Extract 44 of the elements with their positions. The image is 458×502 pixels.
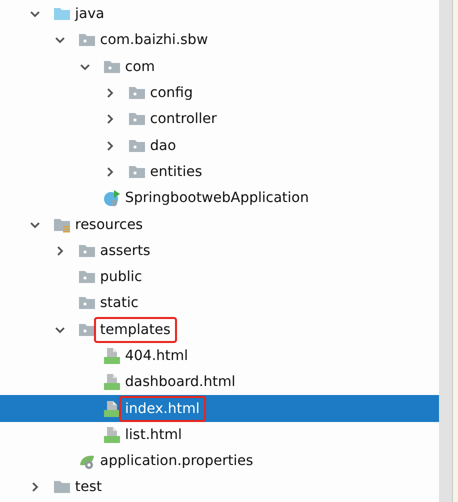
item-label: asserts: [100, 242, 150, 260]
item-label: com: [125, 58, 155, 76]
tree-item[interactable]: public: [0, 264, 439, 290]
tree-item[interactable]: dashboard.html: [0, 369, 439, 396]
item-label: java: [75, 5, 104, 24]
tree-item[interactable]: test: [0, 474, 439, 501]
item-label: index.html: [125, 400, 200, 417]
tree-item[interactable]: entities: [0, 158, 439, 186]
item-label: config: [150, 84, 193, 102]
tree-item[interactable]: application.properties: [0, 448, 439, 474]
tree-item[interactable]: controller: [0, 106, 439, 132]
item-label: static: [100, 294, 138, 312]
tree-item[interactable]: list.html: [0, 422, 439, 448]
tree-item[interactable]: templates: [0, 316, 439, 343]
tree-item[interactable]: com: [0, 54, 439, 80]
file-icon: [103, 426, 121, 444]
item-label: dao: [150, 136, 176, 155]
item-label: test: [75, 478, 102, 496]
tree-item[interactable]: config: [0, 80, 439, 106]
item-label: SpringbootwebApplication: [125, 189, 309, 208]
tree-item[interactable]: java: [0, 1, 439, 28]
item-label: list.html: [125, 426, 182, 444]
file-icon: [103, 373, 121, 392]
tree-item[interactable]: 404.html: [0, 342, 439, 370]
tree-item[interactable]: com.baizhi.sbw: [0, 27, 439, 54]
item-label: entities: [150, 162, 202, 181]
item-label: 404.html: [125, 347, 188, 365]
item-label: controller: [150, 110, 217, 128]
tree-item[interactable]: SpringbootwebApplication: [0, 185, 439, 212]
tree-item[interactable]: static: [0, 290, 439, 317]
item-label: templates: [100, 322, 170, 338]
file-icon: [103, 400, 121, 418]
item-label: application.properties: [100, 452, 254, 470]
tree-item[interactable]: asserts: [0, 238, 439, 264]
class-icon: [103, 189, 121, 208]
tree-item[interactable]: resources: [0, 211, 439, 238]
item-label: dashboard.html: [125, 373, 236, 392]
scrollbar[interactable]: [439, 0, 452, 502]
file-icon: [103, 347, 121, 365]
item-label: public: [100, 268, 142, 286]
tree-item[interactable]: index.html: [0, 395, 439, 422]
item-label: resources: [75, 216, 143, 234]
tree-item[interactable]: dao: [0, 132, 439, 159]
item-label: com.baizhi.sbw: [100, 31, 208, 50]
